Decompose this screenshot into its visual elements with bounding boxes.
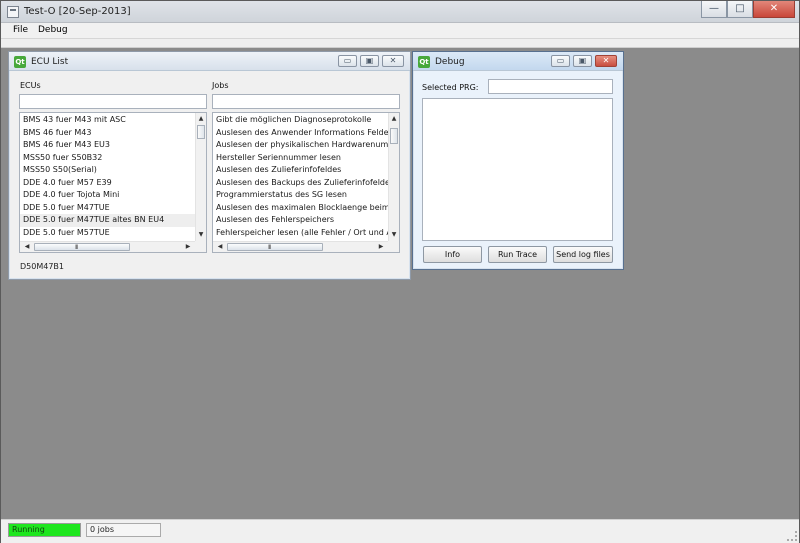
grip-icon: III (75, 244, 78, 251)
job-list-item[interactable]: Auslesen der physikalischen Hardwarenumm (213, 139, 388, 152)
job-list-item[interactable]: Auslesen des maximalen Blocklaenge beim (213, 202, 388, 215)
debug-window: Qt Debug ▭ ▣ ✕ Selected PRG: Info Run Tr… (412, 51, 624, 270)
ecu-list-item-selected[interactable]: DDE 5.0 fuer M47TUE altes BN EU4 (20, 214, 195, 227)
ecu-list-window: Qt ECU List ▭ ▣ ✕ ECUs Jobs BMS 43 fuer … (8, 51, 411, 280)
jobs-list-items: Gibt die möglichen Diagnoseprotokolle Au… (213, 114, 388, 241)
debug-window-controls: ▭ ▣ ✕ (551, 55, 617, 67)
jobs-list-vscroll-thumb[interactable] (390, 128, 398, 144)
ecu-status-text: D50M47B1 (20, 262, 64, 271)
job-filter-input[interactable] (212, 94, 400, 109)
maximize-button[interactable]: □ (727, 1, 753, 18)
job-list-item[interactable]: Fehlerspeicher lesen (alle Fehler / Ort … (213, 227, 388, 240)
window-title: Test-O [20-Sep-2013] (24, 6, 131, 17)
qt-icon: Qt (14, 56, 26, 68)
ecu-restore-button[interactable]: ▣ (360, 55, 379, 67)
scroll-right-icon[interactable]: ▶ (183, 242, 193, 252)
job-list-item[interactable]: Gibt die möglichen Diagnoseprotokolle (213, 114, 388, 127)
window-controls: — □ ✕ (701, 1, 795, 19)
status-bar: Running 0 jobs (1, 519, 799, 543)
job-list-item[interactable]: Auslesen des Fehlerspeichers (213, 214, 388, 227)
size-grip[interactable] (787, 531, 797, 541)
scroll-corner (195, 241, 206, 252)
jobs-count-field: 0 jobs (86, 523, 161, 537)
ecu-list-item[interactable]: MSS50 fuer S50B32 (20, 152, 195, 165)
ecu-list-item[interactable]: DDE 5.0 fuer M47TUE (20, 202, 195, 215)
ecu-minimize-button[interactable]: ▭ (338, 55, 357, 67)
selected-prg-field[interactable] (488, 79, 613, 94)
ecu-list-item[interactable]: DDE 4.0 fuer Tojota Mini (20, 189, 195, 202)
debug-minimize-button[interactable]: ▭ (551, 55, 570, 67)
mdi-area: Qt ECU List ▭ ▣ ✕ ECUs Jobs BMS 43 fuer … (1, 48, 799, 519)
job-list-item[interactable]: Auslesen des Anwender Informations Felde (213, 127, 388, 140)
ecu-list[interactable]: BMS 43 fuer M43 mit ASC BMS 46 fuer M43 … (19, 112, 207, 253)
jobs-list[interactable]: Gibt die möglichen Diagnoseprotokolle Au… (212, 112, 400, 253)
debug-close-button[interactable]: ✕ (595, 55, 617, 67)
menu-file[interactable]: File (13, 25, 28, 35)
info-button[interactable]: Info (423, 246, 482, 263)
scroll-right-icon[interactable]: ▶ (376, 242, 386, 252)
ecu-filter-input[interactable] (19, 94, 207, 109)
ecu-list-item[interactable]: DDE 4.0 fuer M57 E39 (20, 177, 195, 190)
ecu-list-item[interactable]: DDE 5.0 fuer M57TUE (20, 227, 195, 240)
ecu-list-vscroll-thumb[interactable] (197, 125, 205, 139)
toolbar-strip (1, 39, 799, 48)
running-progress-bar: Running (8, 523, 81, 537)
job-list-item[interactable]: Auslesen des Backups des Zulieferinfofel… (213, 177, 388, 190)
scroll-up-icon[interactable]: ▲ (389, 114, 399, 124)
ecus-label: ECUs (20, 81, 41, 90)
ecu-list-horizontal-scrollbar[interactable]: ◀ III ▶ (20, 241, 195, 252)
job-list-item[interactable]: Hersteller Seriennummer lesen (213, 152, 388, 165)
scroll-down-icon[interactable]: ▼ (389, 230, 399, 240)
debug-restore-button[interactable]: ▣ (573, 55, 592, 67)
menu-debug[interactable]: Debug (38, 25, 68, 35)
scroll-up-icon[interactable]: ▲ (196, 114, 206, 124)
close-button[interactable]: ✕ (753, 1, 795, 18)
send-log-files-button[interactable]: Send log files (553, 246, 613, 263)
scroll-down-icon[interactable]: ▼ (196, 230, 206, 240)
minimize-button[interactable]: — (701, 1, 727, 18)
ecu-list-window-controls: ▭ ▣ ✕ (338, 55, 404, 67)
job-list-item[interactable]: Auslesen des Zulieferinfofeldes (213, 164, 388, 177)
debug-title: Debug (435, 57, 465, 67)
scroll-left-icon[interactable]: ◀ (215, 242, 225, 252)
ecu-list-title: ECU List (31, 57, 69, 67)
scroll-corner (388, 241, 399, 252)
selected-prg-label: Selected PRG: (422, 83, 479, 92)
jobs-list-vertical-scrollbar[interactable]: ▲ ▼ (388, 113, 399, 241)
main-window: Test-O [20-Sep-2013] — □ ✕ File Debug Qt… (0, 0, 800, 543)
jobs-list-hscroll-thumb[interactable]: III (227, 243, 323, 251)
scroll-left-icon[interactable]: ◀ (22, 242, 32, 252)
ecu-list-item[interactable]: BMS 43 fuer M43 mit ASC (20, 114, 195, 127)
ecu-list-item[interactable]: MSS50 S50(Serial) (20, 164, 195, 177)
running-status-text: Running (12, 525, 45, 534)
ecu-list-items: BMS 43 fuer M43 mit ASC BMS 46 fuer M43 … (20, 114, 195, 241)
app-window-icon (7, 6, 19, 18)
debug-title-bar[interactable]: Qt Debug ▭ ▣ ✕ (413, 52, 623, 71)
ecu-list-item[interactable]: BMS 46 fuer M43 EU3 (20, 139, 195, 152)
ecu-list-item[interactable]: BMS 46 fuer M43 (20, 127, 195, 140)
run-trace-button[interactable]: Run Trace (488, 246, 547, 263)
menu-bar: File Debug (1, 23, 799, 39)
ecu-list-vertical-scrollbar[interactable]: ▲ ▼ (195, 113, 206, 241)
jobs-label: Jobs (212, 81, 229, 90)
title-bar[interactable]: Test-O [20-Sep-2013] — □ ✕ (1, 1, 799, 23)
qt-icon: Qt (418, 56, 430, 68)
job-list-item[interactable]: Programmierstatus des SG lesen (213, 189, 388, 202)
ecu-close-button[interactable]: ✕ (382, 55, 404, 67)
ecu-list-hscroll-thumb[interactable]: III (34, 243, 130, 251)
jobs-list-horizontal-scrollbar[interactable]: ◀ III ▶ (213, 241, 388, 252)
debug-output-area[interactable] (422, 98, 613, 241)
ecu-list-title-bar[interactable]: Qt ECU List ▭ ▣ ✕ (9, 52, 410, 71)
grip-icon: III (268, 244, 271, 251)
